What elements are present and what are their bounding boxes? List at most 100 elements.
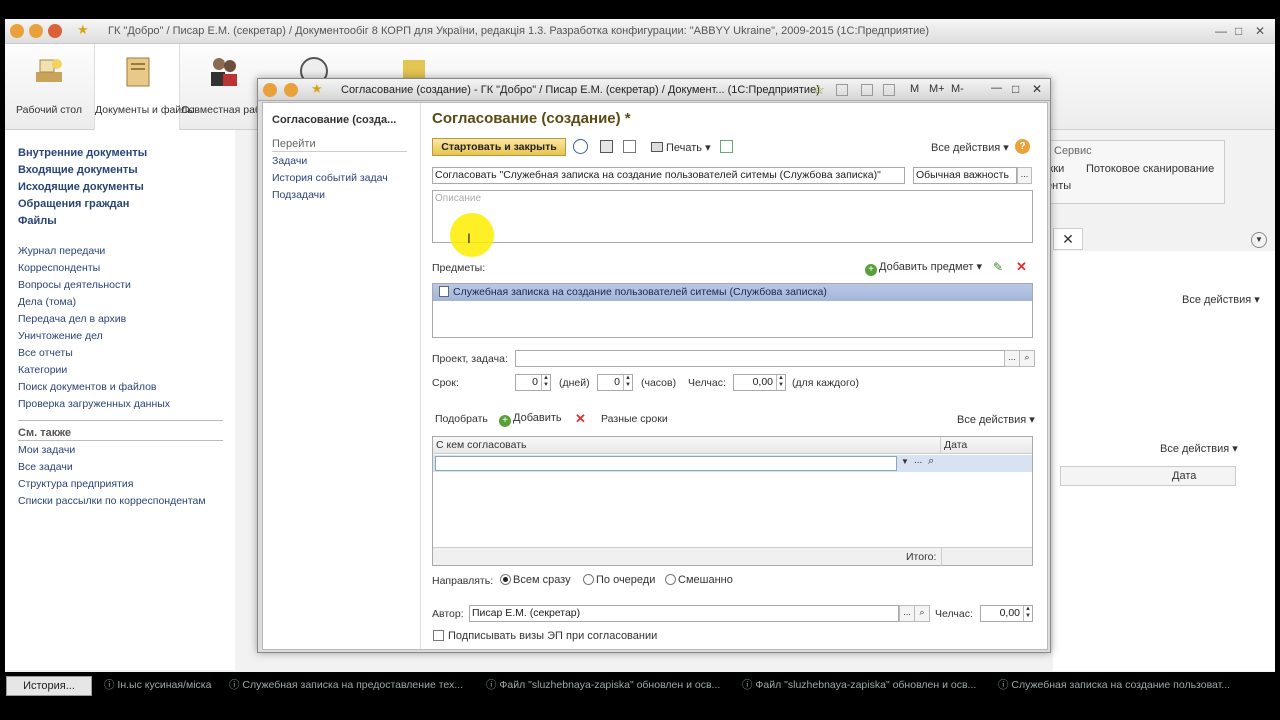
nav-archive-transfer[interactable]: Передача дел в архив — [18, 313, 126, 325]
nav-internal-docs[interactable]: Внутренние документы — [18, 147, 147, 159]
dialog-maximize-button[interactable]: □ — [1012, 82, 1019, 96]
author-hours-spinner[interactable]: ▲ ▼ — [1023, 606, 1032, 621]
bg-dropdown-icon[interactable]: ▼ — [1251, 232, 1267, 248]
clock-toolbar-icon[interactable] — [573, 139, 588, 154]
dialog-close-button[interactable]: ✕ — [1032, 82, 1042, 96]
approver-dropdown-icon[interactable]: ▼ — [901, 457, 909, 466]
save-icon[interactable] — [600, 140, 613, 153]
column-date[interactable]: Дата — [941, 437, 1032, 454]
section-documents[interactable]: Документы и файлы — [94, 44, 195, 130]
nav-org-structure[interactable]: Структура предприятия — [18, 478, 133, 490]
close-button[interactable]: ✕ — [1255, 24, 1265, 38]
tree-icon[interactable] — [623, 140, 636, 153]
favorite-star-icon[interactable]: ★ — [77, 22, 91, 37]
section-desktop[interactable]: Рабочий стол — [6, 44, 92, 130]
nav-citizen-requests[interactable]: Обращения граждан — [18, 198, 129, 210]
project-search-icon[interactable]: ⌕ — [1019, 350, 1035, 367]
nav-all-reports[interactable]: Все отчеты — [18, 347, 73, 359]
dialog-star-icon[interactable]: ★ — [311, 81, 323, 97]
author-hours-field[interactable]: 0,00 ▲ ▼ — [980, 605, 1033, 622]
taskbar-item[interactable]: ⓘ Служебная записка на предоставление те… — [229, 677, 469, 696]
taskbar-item[interactable]: ⓘ Служебная записка на создание пользова… — [998, 677, 1238, 696]
nav-search[interactable]: Поиск документов и файлов — [18, 381, 157, 393]
project-field[interactable] — [515, 350, 1005, 367]
hours-field[interactable]: 0 ▲ ▼ — [597, 374, 633, 391]
menu-icon[interactable] — [29, 24, 43, 38]
description-field[interactable]: Описание — [432, 190, 1033, 243]
days-spinner[interactable]: ▲ ▼ — [541, 375, 550, 390]
taskbar-item[interactable]: ⓘ Файл "sluzhebnaya-zapiska" обновлен и … — [742, 677, 982, 696]
nav-files[interactable]: Файлы — [18, 215, 57, 227]
dir-queue-radio[interactable]: По очереди — [583, 574, 655, 586]
manhours-spinner[interactable]: ▲ ▼ — [776, 375, 785, 390]
author-select-button[interactable]: ... — [899, 605, 915, 622]
memory-mplus-button[interactable]: M+ — [929, 83, 945, 95]
item-row[interactable]: Служебная записка на создание пользовате… — [433, 284, 1032, 301]
approver-input[interactable] — [435, 456, 897, 471]
maximize-button[interactable]: □ — [1235, 24, 1242, 38]
sign-checkbox[interactable]: Подписывать визы ЭП при согласовании — [433, 630, 657, 642]
delete-icon[interactable]: ✕ — [1016, 259, 1027, 275]
all-actions-menu[interactable]: Все действия ▾ — [931, 141, 1009, 154]
dir-mixed-radio[interactable]: Смешанно — [665, 574, 733, 586]
dialog-nav-tasks[interactable]: Задачи — [272, 155, 307, 167]
memory-mminus-button[interactable]: M- — [951, 83, 964, 95]
nav-my-tasks[interactable]: Мои задачи — [18, 444, 75, 456]
dialog-nav-subtasks[interactable]: Подзадачи — [272, 189, 325, 201]
taskbar-item[interactable]: ⓘ Файл "sluzhebnaya-zapiska" обновлен и … — [486, 677, 722, 696]
importance-select-button[interactable]: ... — [1017, 167, 1032, 184]
column-with-whom[interactable]: С кем согласовать — [433, 437, 941, 454]
add-item-button[interactable]: + Добавить предмет ▾ — [865, 260, 982, 276]
bg-tab-close[interactable]: ✕ — [1053, 228, 1083, 250]
project-select-button[interactable]: ... — [1004, 350, 1020, 367]
approver-select-button[interactable]: ... — [914, 455, 922, 466]
delete-row-icon[interactable]: ✕ — [575, 411, 586, 427]
dialog-link-icon[interactable] — [836, 84, 848, 96]
dialog-menu-icon[interactable] — [284, 83, 298, 97]
grid-all-actions[interactable]: Все действия ▾ — [957, 413, 1035, 426]
taskbar-item[interactable]: ⓘ Ін.ыс кусиная/міска — [104, 677, 216, 696]
bg-all-actions-2[interactable]: Все действия ▾ — [1160, 442, 1238, 455]
dialog-minimize-button[interactable]: — — [991, 82, 1002, 94]
nav-destruction[interactable]: Уничтожение дел — [18, 330, 103, 342]
grid-edit-row[interactable]: ▼ ... ⌕ — [433, 455, 1032, 472]
section-collaboration[interactable]: Совместная работа — [181, 44, 277, 130]
nav-incoming-docs[interactable]: Входящие документы — [18, 164, 138, 176]
dialog-logo-icon[interactable] — [263, 83, 277, 97]
print-button[interactable]: Печать ▾ — [651, 141, 711, 154]
minimize-button[interactable]: — — [1215, 24, 1227, 38]
importance-field[interactable]: Обычная важность — [913, 167, 1017, 184]
days-field[interactable]: 0 ▲ ▼ — [515, 374, 551, 391]
approver-search-icon[interactable]: ⌕ — [928, 455, 934, 468]
add-button[interactable]: + Добавить — [499, 412, 562, 427]
help-icon[interactable]: ? — [1015, 139, 1030, 154]
author-field[interactable]: Писар Е.М. (секретар) — [469, 605, 899, 622]
bg-all-actions[interactable]: Все действия ▾ — [1182, 293, 1260, 306]
pick-button[interactable]: Подобрать — [435, 413, 488, 425]
dialog-print-icon[interactable] — [861, 84, 873, 96]
stream-scan-link[interactable]: Потоковое сканирование — [1086, 163, 1214, 175]
dialog-favorite-icon[interactable]: ☆ — [813, 82, 825, 98]
hours-spinner[interactable]: ▲ ▼ — [623, 375, 632, 390]
app-logo-icon[interactable] — [10, 24, 24, 38]
memory-m-button[interactable]: M — [910, 83, 919, 95]
attach-icon[interactable] — [720, 140, 733, 153]
dir-all-radio[interactable]: Всем сразу — [500, 574, 571, 586]
subject-field[interactable]: Согласовать "Служебная записка на создан… — [432, 167, 905, 184]
nav-categories[interactable]: Категории — [18, 364, 67, 376]
diff-terms-button[interactable]: Разные сроки — [601, 413, 668, 425]
author-search-icon[interactable]: ⌕ — [914, 605, 930, 622]
dialog-calendar-icon[interactable] — [883, 84, 895, 96]
dialog-nav-title[interactable]: Согласование (созда... — [272, 114, 396, 126]
nav-all-tasks[interactable]: Все задачи — [18, 461, 73, 473]
nav-mailing-lists[interactable]: Списки рассылки по корреспондентам — [18, 495, 206, 507]
back-icon[interactable] — [48, 24, 62, 38]
manhours-field[interactable]: 0,00 ▲ ▼ — [733, 374, 786, 391]
nav-correspondents[interactable]: Корреспонденты — [18, 262, 100, 274]
dialog-nav-history[interactable]: История событий задач — [272, 172, 388, 184]
history-button[interactable]: История... — [6, 676, 92, 696]
nav-outgoing-docs[interactable]: Исходящие документы — [18, 181, 144, 193]
nav-check-data[interactable]: Проверка загруженных данных — [18, 398, 170, 410]
nav-cases[interactable]: Дела (тома) — [18, 296, 76, 308]
edit-icon[interactable]: ✎ — [993, 260, 1003, 274]
